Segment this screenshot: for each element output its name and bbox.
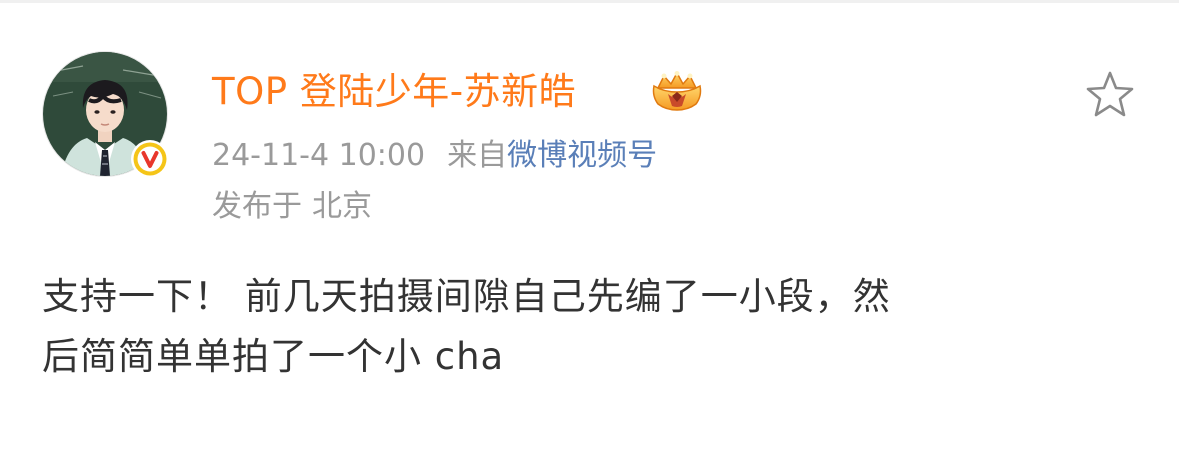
post-body-line: 后简简单单拍了一个小 cha [42,335,505,378]
verified-v-icon [131,140,169,178]
post-time: 24-11-4 10:00 [212,138,426,173]
star-outline-icon[interactable] [1083,68,1137,122]
post-body-line: 支持一下！ 前几天拍摄间隙自己先编了一小段，然 [42,275,891,318]
source-prefix: 来自 [447,138,508,173]
top-divider [0,0,1179,3]
username[interactable]: TOP 登陆少年-苏新皓 [212,66,576,118]
source-link[interactable]: 微博视频号 [507,138,657,173]
location-name: 北京 [312,189,372,224]
vip-crown-icon[interactable] [648,70,706,114]
post-location: 发布于 北京 [212,186,372,228]
avatar-container[interactable] [42,51,169,178]
post-body[interactable]: 支持一下！ 前几天拍摄间隙自己先编了一小段，然 后简简单单拍了一个小 cha [42,267,1142,387]
location-prefix: 发布于 [212,189,302,224]
post-meta: 24-11-4 10:00 来自微博视频号 [212,135,657,177]
